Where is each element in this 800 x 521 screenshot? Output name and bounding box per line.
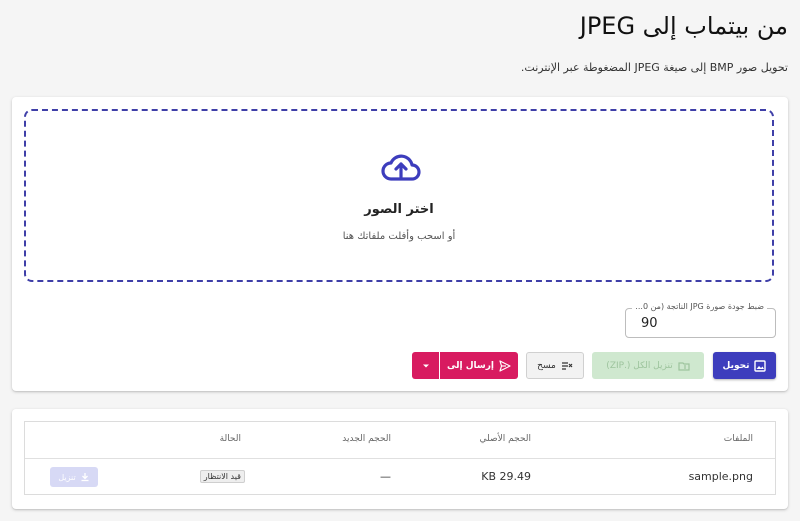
dropzone-title: اختر الصور xyxy=(364,202,434,217)
row-divider xyxy=(25,458,775,459)
quality-field: ضبط جودة صورة JPG الناتجة (من 0... xyxy=(625,302,776,338)
quality-input[interactable] xyxy=(627,310,774,336)
file-new-size: — xyxy=(380,470,391,483)
files-card: الملفات الحجم الأصلي الحجم الجديد الحالة… xyxy=(12,409,788,509)
convert-label: تحويل xyxy=(722,360,750,371)
page-title: من بيتماب إلى JPEG xyxy=(579,12,788,40)
dropzone-hint: أو اسحب وأفلت ملفاتك هنا xyxy=(342,231,456,242)
send-icon xyxy=(499,359,511,372)
download-button[interactable]: تنزيل xyxy=(50,467,98,487)
file-dropzone[interactable]: اختر الصور أو اسحب وأفلت ملفاتك هنا xyxy=(24,109,774,282)
header-status: الحالة xyxy=(219,434,241,444)
header-new-size: الحجم الجديد xyxy=(342,434,391,444)
page-subtitle: تحويل صور BMP إلى صيغة JPEG المضغوطة عبر… xyxy=(520,61,788,74)
download-label: تنزيل xyxy=(58,472,76,482)
image-icon xyxy=(754,359,767,372)
send-to-button[interactable]: إرسال إلى xyxy=(440,352,518,379)
caret-down-icon xyxy=(422,364,429,367)
download-icon xyxy=(81,473,89,482)
header-original-size: الحجم الأصلي xyxy=(479,434,531,444)
file-name: sample.png xyxy=(688,470,753,483)
clear-button[interactable]: مسح xyxy=(526,352,584,379)
folder-zip-icon xyxy=(678,361,690,371)
clear-list-icon xyxy=(561,361,573,370)
download-zip-button[interactable]: تنزيل الكل (.ZIP) xyxy=(592,352,704,379)
header-files: الملفات xyxy=(723,434,753,444)
cloud-upload-icon xyxy=(381,154,421,181)
download-zip-label: تنزيل الكل (.ZIP) xyxy=(606,360,673,371)
file-original-size: 29.49 KB xyxy=(481,470,531,483)
converter-card: اختر الصور أو اسحب وأفلت ملفاتك هنا ضبط … xyxy=(12,97,788,391)
send-to-label: إرسال إلى xyxy=(447,360,495,371)
clear-label: مسح xyxy=(537,360,556,371)
status-badge: قيد الانتظار xyxy=(199,470,245,483)
send-to-menu-button[interactable] xyxy=(412,352,439,379)
files-table: الملفات الحجم الأصلي الحجم الجديد الحالة… xyxy=(24,421,776,495)
convert-button[interactable]: تحويل xyxy=(713,352,776,379)
